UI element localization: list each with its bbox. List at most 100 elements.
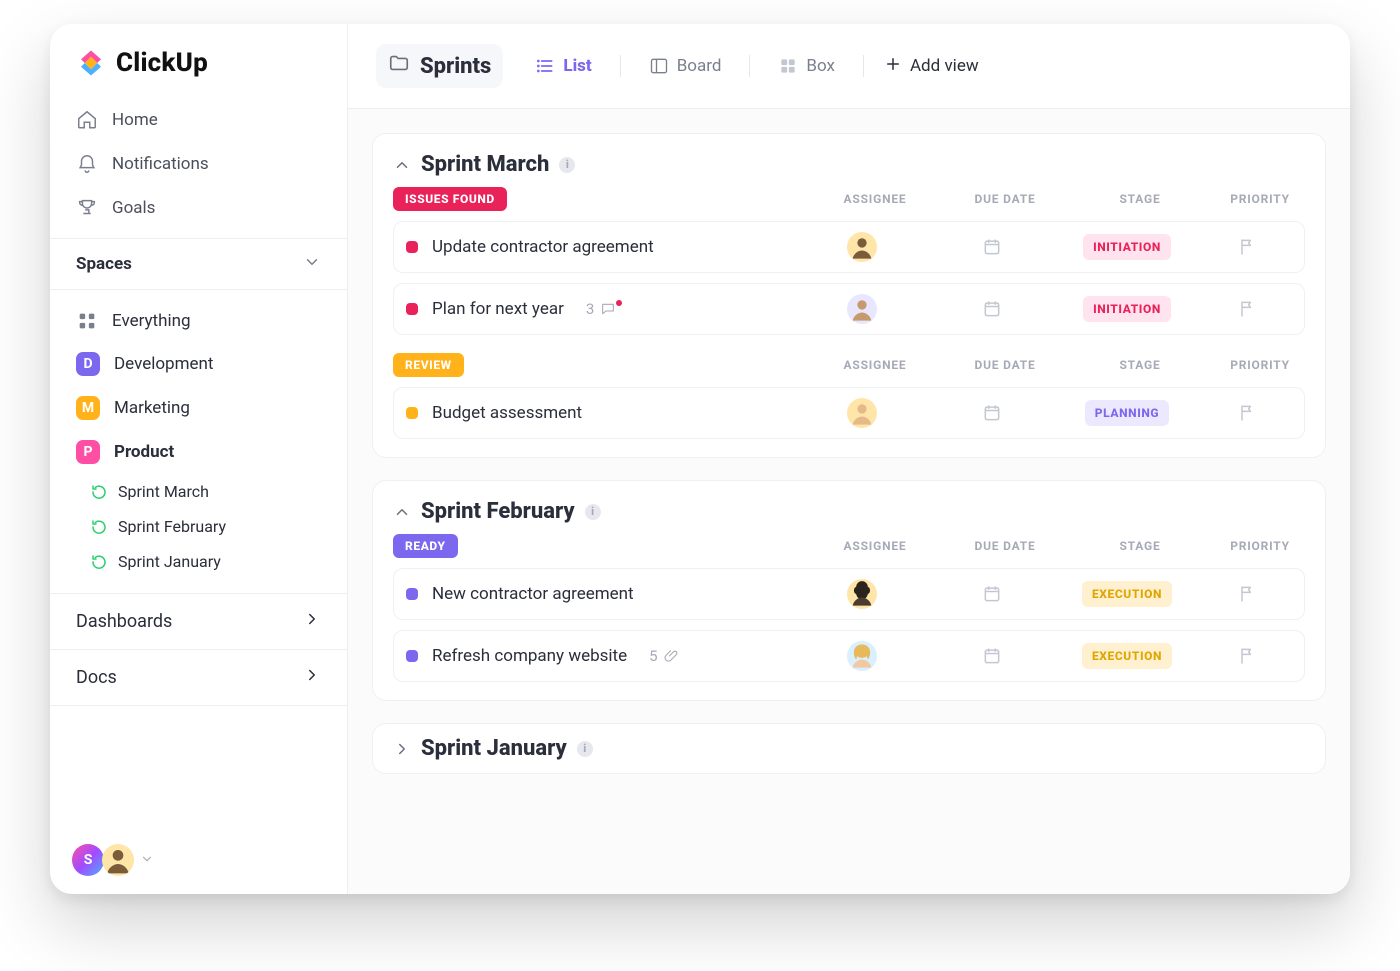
nav-goals[interactable]: Goals bbox=[62, 186, 335, 230]
task-row[interactable]: Budget assessment PLANNING bbox=[393, 387, 1305, 439]
task-comments[interactable]: 3 bbox=[586, 300, 628, 318]
calendar-icon bbox=[982, 403, 1002, 423]
nav-docs[interactable]: Docs bbox=[50, 649, 347, 706]
view-board[interactable]: Board bbox=[641, 50, 730, 82]
panel-sprint-march: Sprint March i ISSUES FOUND ASSIGNEE DUE… bbox=[372, 133, 1326, 458]
panel-title: Sprint February bbox=[421, 499, 575, 524]
task-row[interactable]: New contractor agreement EXECUTION bbox=[393, 568, 1305, 620]
sprint-list-label: Sprint January bbox=[118, 552, 221, 571]
status-row-review: REVIEW ASSIGNEE DUE DATE STAGE PRIORITY bbox=[393, 353, 1305, 377]
task-due-date[interactable] bbox=[932, 403, 1052, 423]
task-title: Update contractor agreement bbox=[432, 237, 654, 257]
separator bbox=[749, 55, 750, 77]
task-due-date[interactable] bbox=[932, 299, 1052, 319]
panel-title: Sprint January bbox=[421, 736, 567, 761]
task-priority[interactable] bbox=[1202, 237, 1292, 257]
task-row[interactable]: Refresh company website 5 EXECUTION bbox=[393, 630, 1305, 682]
task-stage[interactable]: PLANNING bbox=[1062, 400, 1192, 426]
profile-switcher[interactable]: S bbox=[50, 830, 347, 894]
status-pill-review[interactable]: REVIEW bbox=[393, 353, 464, 377]
nav-dashboards[interactable]: Dashboards bbox=[50, 593, 347, 649]
task-stage[interactable]: EXECUTION bbox=[1062, 643, 1192, 669]
task-left: Refresh company website 5 bbox=[406, 646, 792, 666]
brand-name: ClickUp bbox=[116, 48, 208, 78]
task-stage[interactable]: EXECUTION bbox=[1062, 581, 1192, 607]
calendar-icon bbox=[982, 646, 1002, 666]
task-priority[interactable] bbox=[1202, 646, 1292, 666]
panel-title: Sprint March bbox=[421, 152, 549, 177]
attachment-icon bbox=[664, 648, 680, 664]
status-pill-ready[interactable]: READY bbox=[393, 534, 458, 558]
task-due-date[interactable] bbox=[932, 237, 1052, 257]
task-row[interactable]: Plan for next year 3 INITIATION bbox=[393, 283, 1305, 335]
space-marketing[interactable]: M Marketing bbox=[62, 386, 335, 430]
separator bbox=[620, 55, 621, 77]
task-stage[interactable]: INITIATION bbox=[1062, 296, 1192, 322]
chevron-down-icon bbox=[303, 253, 321, 275]
task-title: Plan for next year bbox=[432, 299, 564, 319]
panel-head[interactable]: Sprint February i bbox=[393, 499, 1305, 524]
stage-chip: INITIATION bbox=[1083, 234, 1171, 260]
space-everything[interactable]: Everything bbox=[62, 300, 335, 342]
task-assignee[interactable] bbox=[802, 232, 922, 262]
space-chip: P bbox=[76, 440, 100, 464]
add-view[interactable]: Add view bbox=[884, 55, 979, 78]
task-stage[interactable]: INITIATION bbox=[1062, 234, 1192, 260]
space-chip: D bbox=[76, 352, 100, 376]
spaces-header[interactable]: Spaces bbox=[50, 238, 347, 290]
sprint-list-item[interactable]: Sprint March bbox=[76, 474, 335, 509]
nav-home[interactable]: Home bbox=[62, 98, 335, 142]
chevron-right-icon bbox=[393, 740, 411, 758]
sprint-list-item[interactable]: Sprint January bbox=[76, 544, 335, 579]
spaces-label: Spaces bbox=[76, 254, 132, 274]
task-priority[interactable] bbox=[1202, 299, 1292, 319]
stage-chip: EXECUTION bbox=[1082, 581, 1172, 607]
task-left: Update contractor agreement bbox=[406, 237, 792, 257]
breadcrumb[interactable]: Sprints bbox=[376, 44, 503, 88]
task-assignee[interactable] bbox=[802, 579, 922, 609]
stage-chip: INITIATION bbox=[1083, 296, 1171, 322]
breadcrumb-title: Sprints bbox=[420, 54, 491, 79]
task-due-date[interactable] bbox=[932, 584, 1052, 604]
panel-head[interactable]: Sprint March i bbox=[393, 152, 1305, 177]
task-due-date[interactable] bbox=[932, 646, 1052, 666]
comment-icon bbox=[600, 301, 616, 317]
column-headers: ASSIGNEE DUE DATE STAGE PRIORITY bbox=[815, 192, 1305, 206]
main: Sprints List Board Box bbox=[348, 24, 1350, 894]
panel-sprint-february: Sprint February i READY ASSIGNEE DUE DAT… bbox=[372, 480, 1326, 701]
nav-notifications[interactable]: Notifications bbox=[62, 142, 335, 186]
trophy-icon bbox=[76, 197, 98, 219]
sprint-icon bbox=[90, 483, 108, 501]
space-development[interactable]: D Development bbox=[62, 342, 335, 386]
space-product[interactable]: P Product bbox=[62, 430, 335, 474]
task-attachments[interactable]: 5 bbox=[649, 647, 679, 665]
task-list: New contractor agreement EXECUTION Refre… bbox=[393, 568, 1305, 682]
clickup-logo-icon bbox=[76, 48, 106, 78]
task-assignee[interactable] bbox=[802, 294, 922, 324]
panel-head[interactable]: Sprint January i bbox=[393, 736, 1305, 761]
box-icon bbox=[778, 56, 798, 76]
chevron-down-icon bbox=[140, 851, 154, 870]
status-pill-issues[interactable]: ISSUES FOUND bbox=[393, 187, 507, 211]
product-children: Sprint March Sprint February Sprint Janu… bbox=[62, 474, 335, 579]
view-list[interactable]: List bbox=[527, 50, 599, 82]
board-icon bbox=[649, 56, 669, 76]
sprint-list-item[interactable]: Sprint February bbox=[76, 509, 335, 544]
task-row[interactable]: Update contractor agreement INITIATION bbox=[393, 221, 1305, 273]
stage-chip: PLANNING bbox=[1085, 400, 1169, 426]
folder-icon bbox=[388, 52, 410, 80]
avatar bbox=[847, 641, 877, 671]
task-title: Budget assessment bbox=[432, 403, 582, 423]
view-box[interactable]: Box bbox=[770, 50, 843, 82]
nav-home-label: Home bbox=[112, 110, 158, 130]
space-list: Everything D Development M Marketing P P… bbox=[50, 290, 347, 585]
sprint-list-label: Sprint March bbox=[118, 482, 209, 501]
task-assignee[interactable] bbox=[802, 641, 922, 671]
task-assignee[interactable] bbox=[802, 398, 922, 428]
col-due: DUE DATE bbox=[945, 539, 1065, 553]
task-priority[interactable] bbox=[1202, 584, 1292, 604]
task-priority[interactable] bbox=[1202, 403, 1292, 423]
space-product-label: Product bbox=[114, 442, 174, 462]
calendar-icon bbox=[982, 584, 1002, 604]
avatar bbox=[847, 579, 877, 609]
